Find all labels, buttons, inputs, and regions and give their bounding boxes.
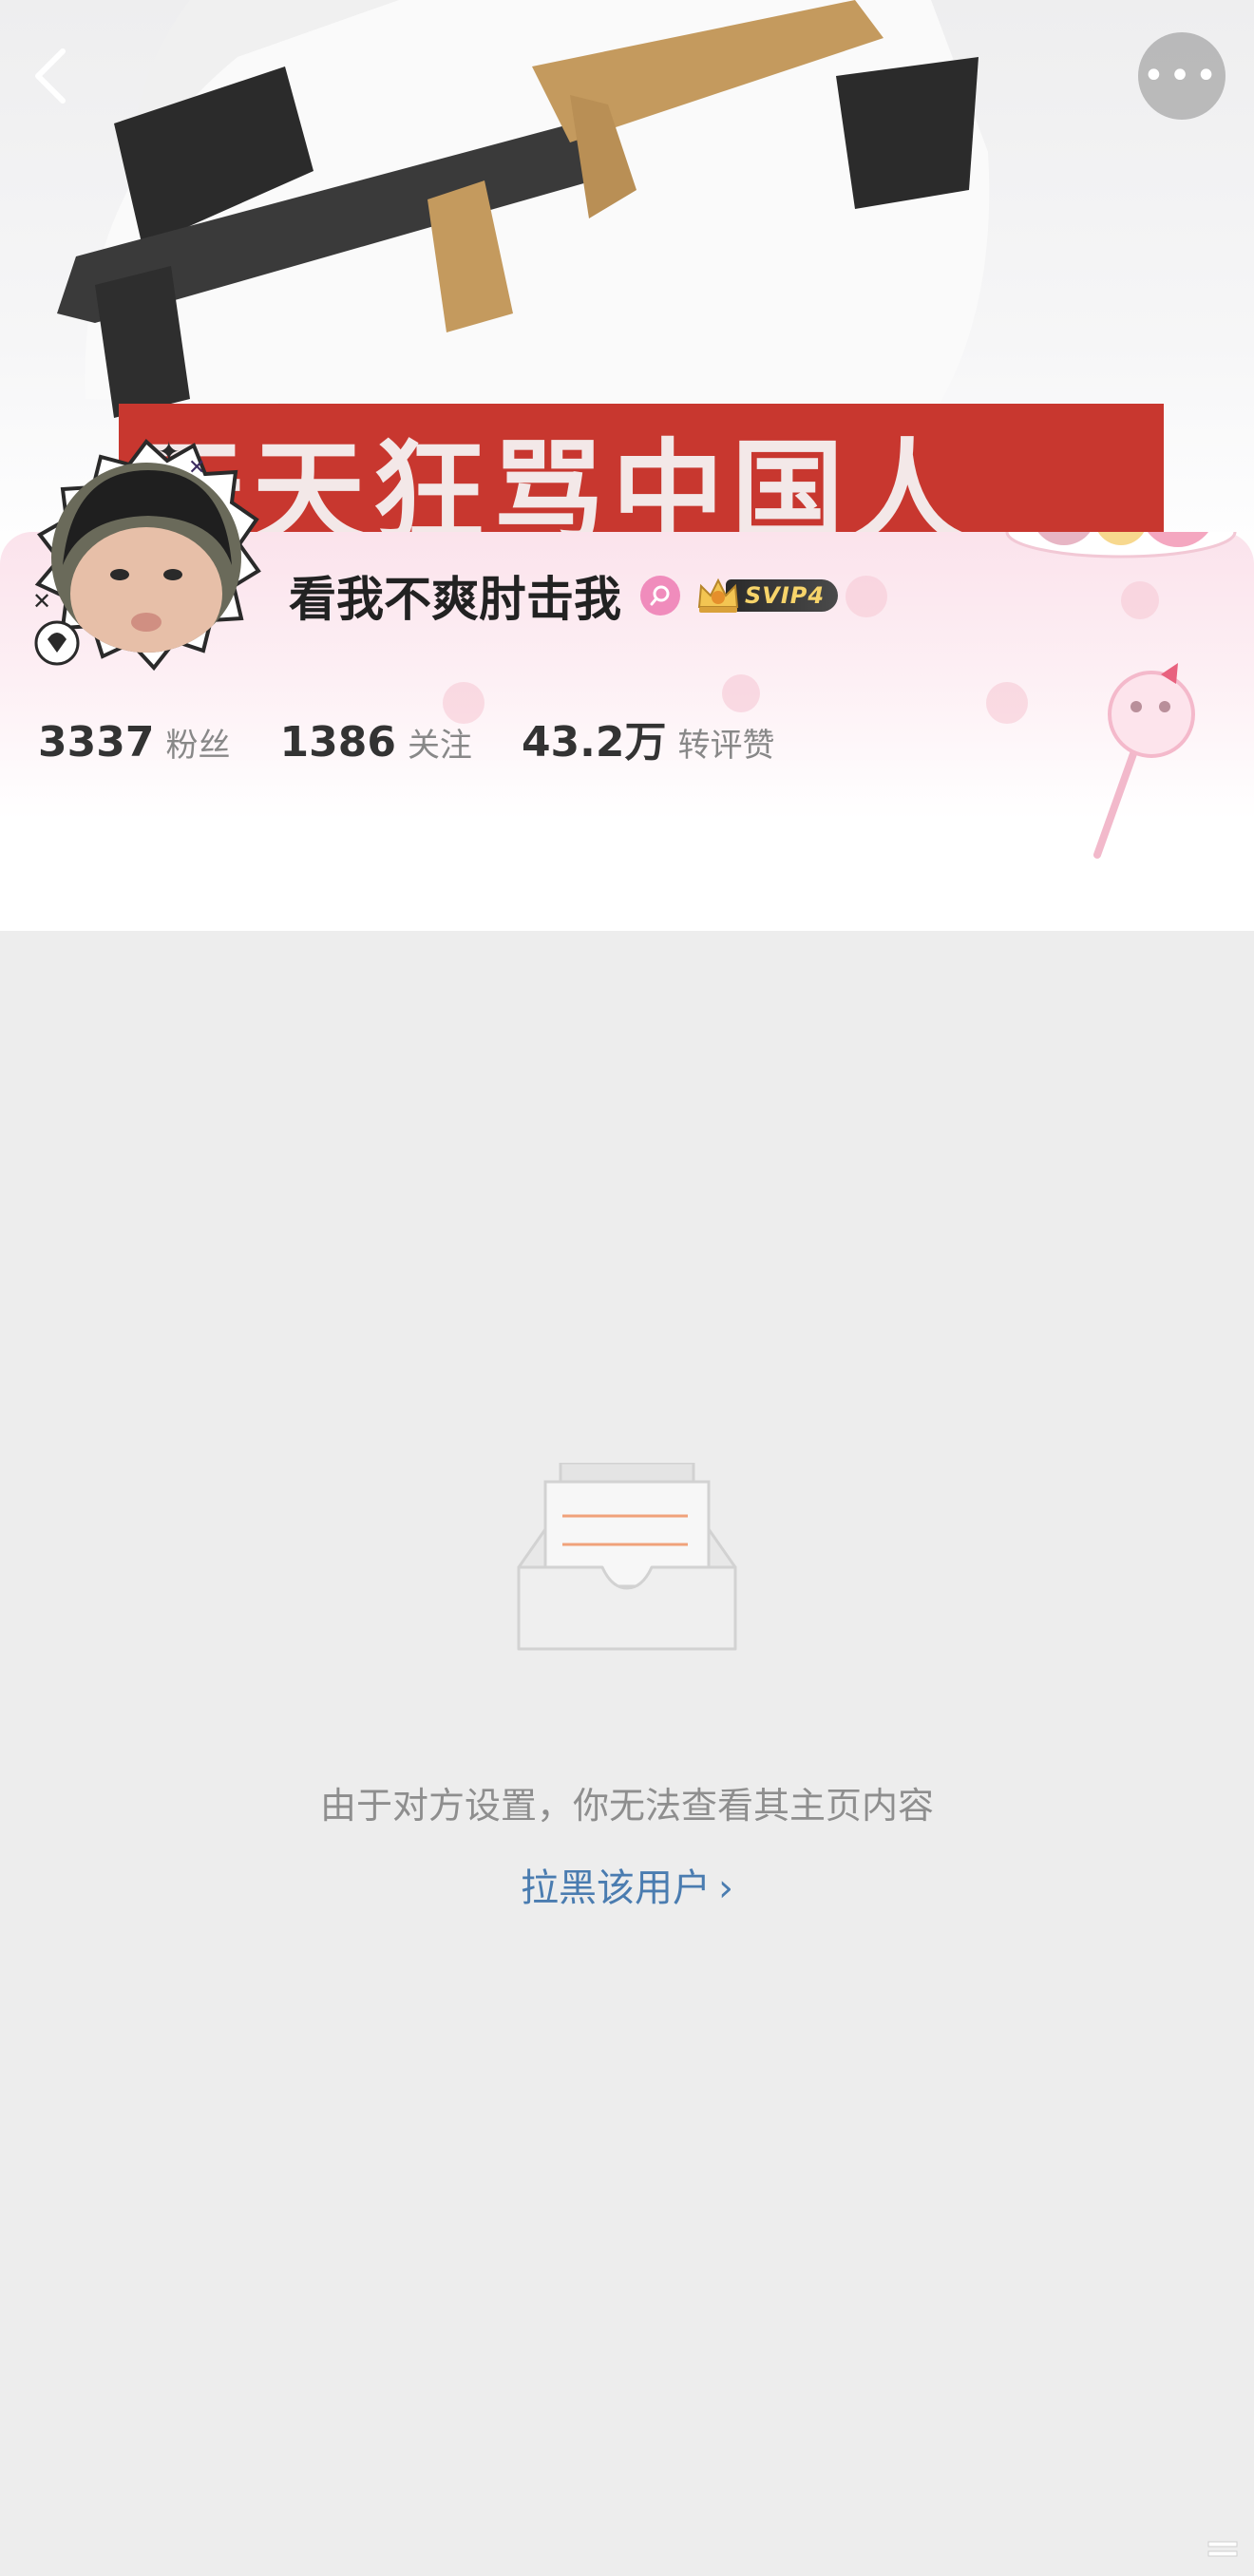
user-name: 看我不爽肘击我 (289, 572, 621, 627)
vip-label: SVIP4 (726, 579, 839, 612)
avatar-frame: ✦ ✕ ✕ (32, 436, 261, 672)
stat-following[interactable]: 1386 关注 (279, 718, 471, 767)
stat-label: 粉丝 (165, 727, 231, 765)
svg-text:✕: ✕ (188, 456, 205, 480)
empty-content-area: 由于对方设置，你无法查看其主页内容 拉黑该用户 › (0, 931, 1254, 2576)
empty-inbox-icon (517, 1463, 737, 1651)
svg-text:✦: ✦ (158, 436, 180, 467)
watermark-icon (1207, 2541, 1238, 2557)
more-button[interactable]: ••• (1138, 32, 1226, 120)
svg-text:✕: ✕ (32, 588, 51, 615)
block-user-link[interactable]: 拉黑该用户 › (0, 1857, 1254, 1912)
stat-value: 1386 (279, 718, 396, 767)
stat-value: 3337 (38, 718, 155, 767)
empty-message: 由于对方设置，你无法查看其主页内容 (319, 1785, 934, 1827)
profile-page: 天天狂骂中国人 ••• ✦ ✕ ✕ 看我不爽肘击我 SVIP4 3337 粉丝 … (0, 0, 1254, 2576)
stat-value: 43.2万 (521, 718, 667, 767)
profile-stats: 3337 粉丝 1386 关注 43.2万 转评赞 (38, 708, 825, 768)
back-button[interactable] (23, 38, 80, 114)
name-row: 看我不爽肘击我 SVIP4 (289, 562, 839, 629)
female-icon (640, 576, 680, 616)
crown-icon (697, 578, 739, 613)
stat-label: 关注 (407, 727, 472, 765)
stat-label: 转评赞 (677, 727, 775, 765)
block-user-label: 拉黑该用户 (521, 1866, 711, 1910)
vip-badge[interactable]: SVIP4 (695, 577, 839, 615)
stat-followers[interactable]: 3337 粉丝 (38, 718, 230, 767)
more-dots-icon: ••• (1142, 54, 1222, 98)
avatar[interactable]: ✦ ✕ ✕ (25, 432, 262, 679)
stat-likes: 43.2万 转评赞 (522, 708, 775, 768)
chevron-left-icon (35, 48, 66, 104)
chevron-right-icon: › (718, 1866, 733, 1910)
